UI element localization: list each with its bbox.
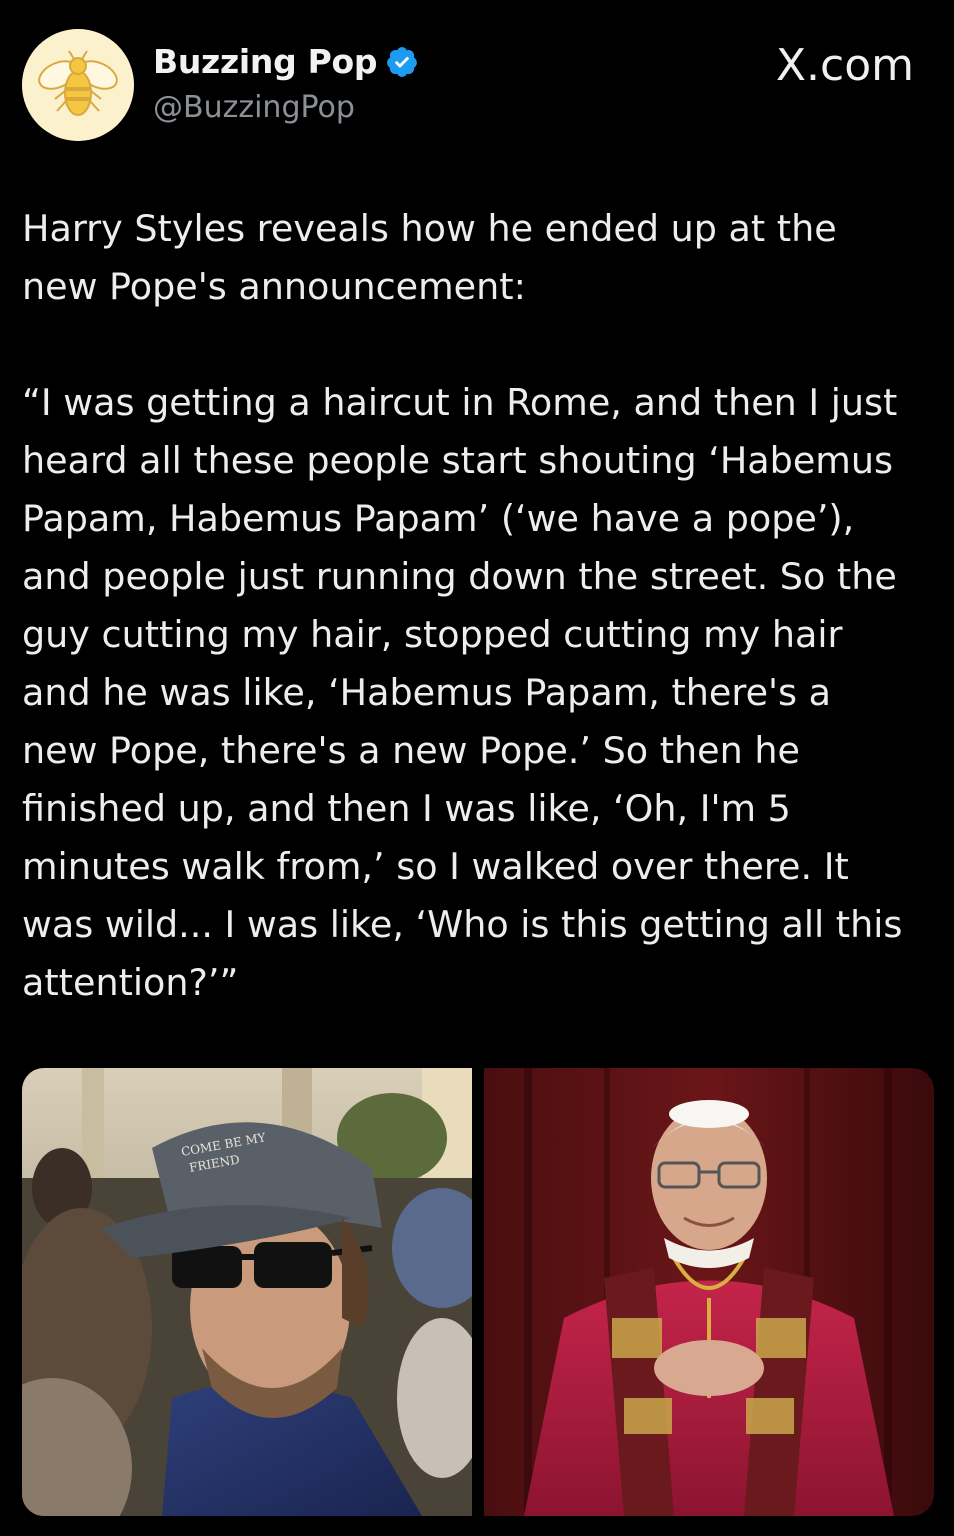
display-name[interactable]: Buzzing Pop bbox=[153, 42, 377, 81]
site-watermark: X.com bbox=[776, 40, 914, 91]
tweet-media[interactable]: COME BE MY FRIEND bbox=[22, 1068, 934, 1516]
tweet-header: Buzzing Pop @BuzzingPop X.com bbox=[0, 0, 954, 160]
site-label: X.com bbox=[775, 40, 914, 91]
account-name-row: Buzzing Pop bbox=[153, 42, 419, 81]
verified-badge-icon bbox=[387, 46, 418, 77]
bee-icon bbox=[22, 29, 134, 141]
tweet-text: Harry Styles reveals how he ended up at … bbox=[22, 207, 903, 1004]
account-handle[interactable]: @BuzzingPop bbox=[153, 90, 355, 125]
photo-pope-balcony[interactable] bbox=[484, 1068, 934, 1516]
photo-man-in-crowd[interactable]: COME BE MY FRIEND bbox=[22, 1068, 472, 1516]
pope-photo-image bbox=[484, 1068, 934, 1516]
crowd-photo-image: COME BE MY FRIEND bbox=[22, 1068, 472, 1516]
account-avatar[interactable] bbox=[22, 29, 134, 141]
